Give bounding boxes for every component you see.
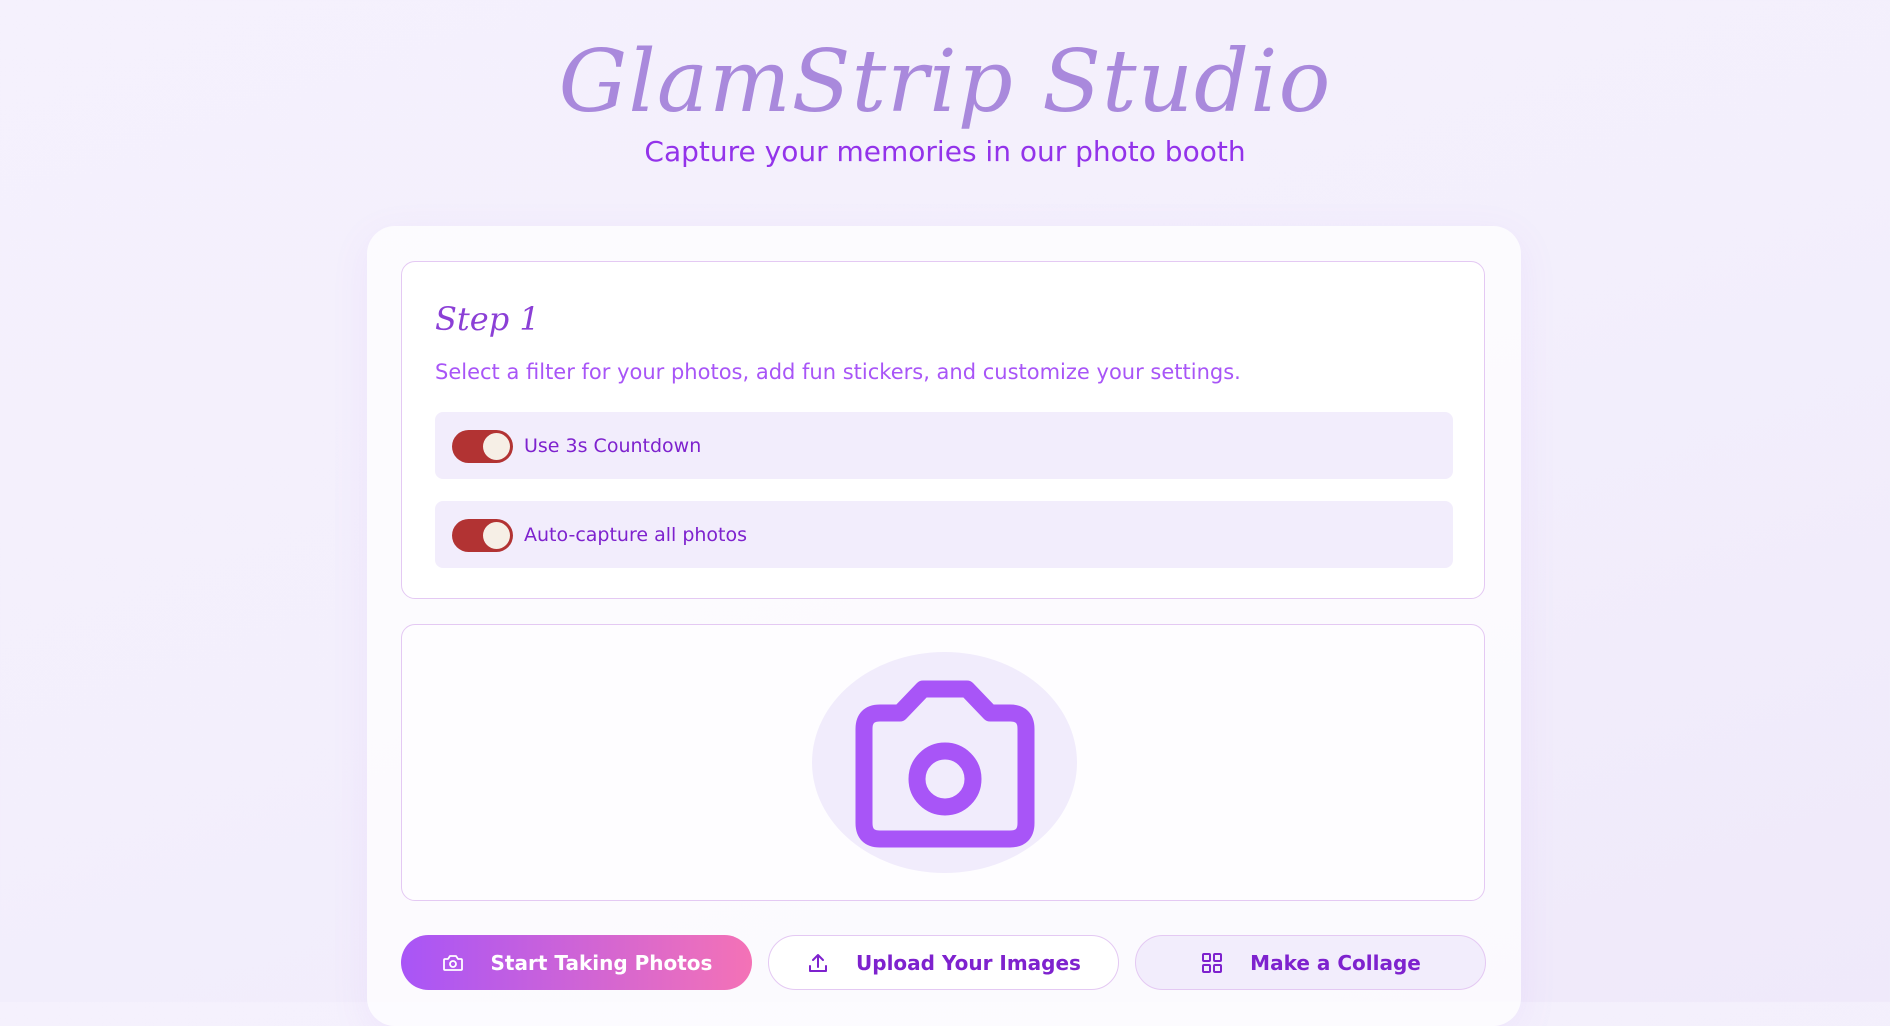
toggle-knob (483, 433, 510, 460)
autocapture-toggle[interactable] (452, 519, 513, 552)
app-title: GlamStrip Studio (558, 32, 1332, 132)
grid-icon (1200, 951, 1224, 975)
autocapture-label: Auto-capture all photos (524, 524, 748, 546)
countdown-toggle[interactable] (452, 430, 513, 463)
collage-button-label: Make a Collage (1250, 950, 1421, 975)
upload-button-label: Upload Your Images (856, 950, 1081, 975)
option-row-autocapture: Auto-capture all photos (435, 501, 1453, 568)
upload-images-button[interactable]: Upload Your Images (768, 935, 1119, 990)
step-title: Step 1 (435, 300, 540, 338)
start-taking-photos-button[interactable]: Start Taking Photos (401, 935, 752, 990)
app-subtitle: Capture your memories in our photo booth (644, 135, 1246, 168)
camera-icon (441, 951, 465, 975)
camera-preview (401, 624, 1485, 901)
step-description: Select a filter for your photos, add fun… (435, 360, 1241, 384)
make-collage-button[interactable]: Make a Collage (1135, 935, 1486, 990)
toggle-knob (483, 522, 510, 549)
start-button-label: Start Taking Photos (490, 950, 713, 975)
countdown-label: Use 3s Countdown (524, 435, 702, 457)
option-row-countdown: Use 3s Countdown (435, 412, 1453, 479)
camera-placeholder (812, 652, 1077, 873)
step-panel: Step 1 Select a filter for your photos, … (401, 261, 1485, 599)
upload-icon (806, 951, 830, 975)
camera-icon (855, 680, 1035, 848)
